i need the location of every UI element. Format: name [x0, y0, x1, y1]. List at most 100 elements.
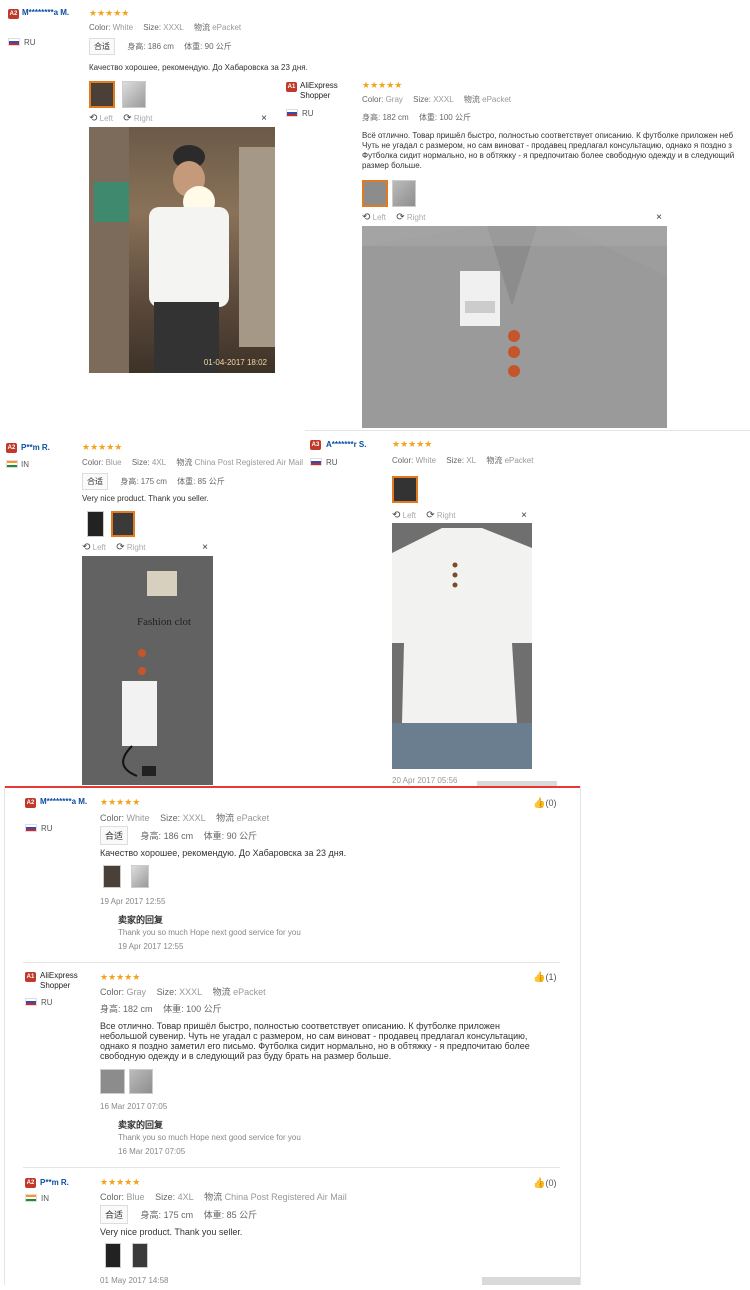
rotate-right-icon[interactable]: ⟳	[123, 113, 131, 124]
rating-stars: ★★★★★	[100, 1177, 141, 1187]
rotate-right-label[interactable]: Right	[407, 213, 426, 222]
review-photo-thumb[interactable]	[132, 1243, 148, 1268]
level-badge: A1	[25, 972, 36, 982]
rotate-right-label[interactable]: Right	[127, 543, 146, 552]
reviewer-name[interactable]: M********a M.	[22, 8, 82, 17]
rotate-left-icon[interactable]: ⟲	[362, 212, 370, 223]
thumbs-up-icon[interactable]: 👍	[533, 972, 545, 983]
review-photo-thumb[interactable]	[87, 511, 104, 537]
body-info: 合适 身高: 175 cm 体重: 85 公斤	[100, 1205, 257, 1224]
photo-timestamp: 20 Apr 2017 05:56	[392, 776, 458, 785]
review-photo-thumb[interactable]	[100, 1069, 125, 1094]
panel-divider	[305, 430, 750, 431]
rotate-right-label[interactable]: Right	[437, 511, 456, 520]
flag-ru-icon	[25, 998, 37, 1006]
rotate-right-label[interactable]: Right	[134, 114, 153, 123]
rating-stars: ★★★★★	[89, 8, 130, 18]
rotate-left-label[interactable]: Left	[100, 114, 113, 123]
review-photo-thumb[interactable]	[392, 476, 418, 503]
close-icon[interactable]: ×	[261, 113, 267, 124]
review-text: Качество хорошее, рекомендую. До Хабаров…	[89, 63, 308, 72]
review-photo-thumb[interactable]	[131, 865, 149, 888]
rating-stars: ★★★★★	[82, 442, 123, 452]
photo-viewer-toolbar: ⟲ Left ⟳ Right ×	[392, 510, 531, 522]
reviewer-name[interactable]: P**m R.	[21, 443, 50, 452]
rotate-left-label[interactable]: Left	[403, 511, 416, 520]
rotate-left-icon[interactable]: ⟲	[82, 542, 90, 553]
reviewer-name[interactable]: A*******r S.	[326, 440, 366, 449]
rotate-left-icon[interactable]: ⟲	[392, 510, 400, 521]
rotate-right-icon[interactable]: ⟳	[426, 510, 434, 521]
country-code: RU	[41, 824, 53, 833]
review-photo-thumb[interactable]	[89, 81, 115, 108]
order-info: Color: Blue Size: 4XL 物流 China Post Regi…	[82, 458, 304, 467]
rotate-left-icon[interactable]: ⟲	[89, 113, 97, 124]
review-date: 16 Mar 2017 07:05	[100, 1102, 168, 1111]
review-text: Качество хорошее, рекомендую. До Хабаров…	[100, 848, 347, 858]
country-code: RU	[326, 458, 338, 467]
mirror-selfie-illustration	[89, 127, 275, 373]
rotate-left-label[interactable]: Left	[93, 543, 106, 552]
thumbs-up-icon[interactable]: 👍	[533, 1178, 545, 1189]
flag-ru-icon	[310, 458, 322, 466]
reviewer-name[interactable]: P**m R.	[40, 1178, 69, 1187]
review-divider	[23, 1167, 560, 1168]
review-photo-thumb[interactable]	[392, 180, 416, 207]
panel-right-border	[580, 786, 581, 1285]
review-photo-thumb[interactable]	[362, 180, 388, 207]
review-photo-thumb[interactable]	[105, 1243, 121, 1268]
level-badge: A1	[286, 82, 297, 92]
flag-ru-icon	[8, 38, 20, 46]
rotate-right-icon[interactable]: ⟳	[396, 212, 404, 223]
body-info: 身高: 182 cm 体重: 100 公斤	[362, 113, 471, 122]
photo-viewer-toolbar: ⟲ Left ⟳ Right ×	[82, 542, 212, 554]
reviewer-name[interactable]: AliExpress Shopper	[300, 81, 350, 101]
review-date: 01 May 2017 14:58	[100, 1276, 169, 1285]
country-code: RU	[24, 38, 36, 47]
close-icon[interactable]: ×	[656, 212, 662, 223]
review-text: Very nice product. Thank you seller.	[100, 1227, 243, 1237]
package-illustration	[82, 556, 213, 785]
helpful-button[interactable]: 👍(0)	[533, 1178, 556, 1189]
helpful-button[interactable]: 👍(1)	[533, 972, 556, 983]
fit-label: 合适	[82, 473, 108, 490]
order-info: Color: Blue Size: 4XL 物流 China Post Regi…	[100, 1192, 347, 1202]
seller-reply-title: 卖家的回复	[118, 1120, 164, 1130]
package-print-text: Fashion clot	[137, 616, 192, 628]
close-icon[interactable]: ×	[202, 542, 208, 553]
review-divider	[23, 962, 560, 963]
thumbs-up-icon[interactable]: 👍	[533, 798, 545, 809]
review-photo	[392, 523, 532, 769]
rotate-left-label[interactable]: Left	[373, 213, 386, 222]
helpful-button[interactable]: 👍(0)	[533, 798, 556, 809]
review-photo-thumb[interactable]	[129, 1069, 153, 1094]
review-text: Все отлично. Товар пришёл быстро, полнос…	[100, 1021, 530, 1061]
review-photo-thumb[interactable]	[122, 81, 146, 108]
body-info: 合适 身高: 175 cm 体重: 85 公斤	[82, 473, 225, 490]
panel-top-border	[4, 786, 580, 788]
review-text: Very nice product. Thank you seller.	[82, 494, 209, 503]
order-info: Color: Gray Size: XXXL 物流 ePacket	[362, 95, 512, 104]
review-photo-thumb[interactable]	[111, 511, 135, 537]
country-code: IN	[41, 1194, 49, 1203]
level-badge: A2	[6, 443, 17, 453]
country-code: RU	[41, 998, 53, 1007]
body-info: 身高: 182 cm 体重: 100 公斤	[100, 1004, 222, 1014]
seller-reply-text: Thank you so much Hope next good service…	[118, 928, 301, 937]
review-photo-thumb[interactable]	[103, 865, 121, 888]
scrollbar[interactable]	[482, 1277, 580, 1285]
review-photo	[362, 226, 667, 428]
review-text: Всё отлично. Товар пришёл быстро, полнос…	[362, 131, 735, 170]
level-badge: A2	[8, 9, 19, 19]
flag-ru-icon	[286, 109, 298, 117]
reviewer-name[interactable]: AliExpress Shopper	[40, 971, 90, 991]
rating-stars: ★★★★★	[392, 439, 433, 449]
photo-timestamp: 01-04-2017 18:02	[203, 358, 267, 367]
rating-stars: ★★★★★	[362, 80, 403, 90]
rotate-right-icon[interactable]: ⟳	[116, 542, 124, 553]
seller-reply-date: 16 Mar 2017 07:05	[118, 1147, 186, 1156]
seller-reply-text: Thank you so much Hope next good service…	[118, 1133, 301, 1142]
close-icon[interactable]: ×	[521, 510, 527, 521]
fit-label: 合适	[100, 1205, 129, 1224]
reviewer-name[interactable]: M********a M.	[40, 797, 96, 806]
